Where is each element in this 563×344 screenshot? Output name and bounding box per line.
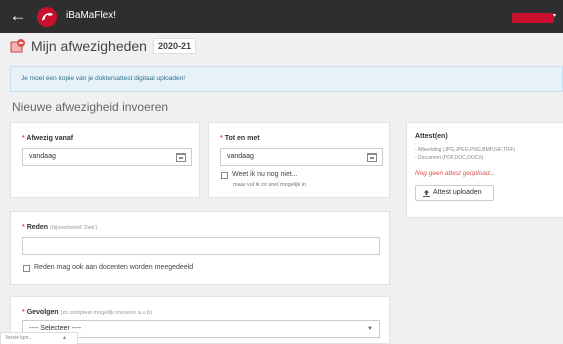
to-date-card: * Tot en met vandaag Weet ik nu nog niet… [208, 122, 390, 198]
app-name[interactable]: iBaMaFlex! [66, 10, 116, 21]
to-date-value: vandaag [227, 153, 254, 160]
back-button[interactable]: ← [8, 6, 28, 26]
attest-empty-status: Nog geen attest geüpload... [415, 170, 495, 177]
from-date-value: vandaag [29, 153, 56, 160]
top-bar: ← iBaMaFlex! ▾ [0, 0, 563, 33]
reason-label: * Reden (bijvoorbeeld 'Ziek') [22, 224, 98, 231]
share-reason-label[interactable]: Reden mag ook aan docenten worden meeged… [34, 264, 193, 271]
reason-card: * Reden (bijvoorbeeld 'Ziek') Reden mag … [10, 211, 390, 285]
upload-icon [423, 190, 430, 197]
absence-icon [10, 39, 25, 53]
section-title: Nieuwe afwezigheid invoeren [12, 100, 169, 114]
upload-attest-button[interactable]: Attest uploaden [415, 185, 494, 201]
year-badge[interactable]: 2020-21 [152, 38, 196, 54]
from-date-label: * Afwezig vanaf [22, 135, 74, 142]
to-date-label: * Tot en met [220, 135, 260, 142]
calendar-icon[interactable] [176, 153, 186, 162]
upload-attest-label: Attest uploaden [433, 189, 482, 196]
consequences-selected: ---- Selecteer ---- [29, 325, 82, 332]
footer-tab[interactable]: Versie kpn... ▴ [0, 332, 78, 344]
attest-type-image: - Afbeelding (JPG,JPEG,PNG,BMP,GIF,TIFF) [415, 147, 516, 153]
unknown-end-label[interactable]: Weet ik nu nog niet... [232, 171, 298, 178]
unknown-end-checkbox[interactable] [221, 172, 228, 179]
from-date-card: * Afwezig vanaf vandaag [10, 122, 200, 198]
chevron-down-icon[interactable]: ▾ [553, 12, 556, 19]
attest-type-document: - Document (PDF,DOC,DOCX) [415, 155, 484, 161]
attest-title: Attest(en) [415, 133, 448, 140]
reason-input[interactable] [22, 237, 380, 255]
page-title: Mijn afwezigheden [31, 38, 147, 54]
ibamaflex-logo-icon[interactable] [36, 6, 58, 28]
arrow-left-icon: ← [9, 6, 27, 25]
chevron-down-icon: ▼ [367, 326, 373, 332]
user-menu-button[interactable] [512, 13, 554, 23]
calendar-icon[interactable] [367, 153, 377, 162]
from-date-input[interactable]: vandaag [22, 148, 192, 166]
info-message: Je moet een kopie van je doktersattest d… [21, 75, 186, 82]
share-reason-checkbox[interactable] [23, 265, 30, 272]
chevron-up-icon: ▴ [63, 335, 67, 341]
consequences-label: * Gevolgen (zo compleet mogelijk invoere… [22, 309, 152, 316]
footer-tab-label: Versie kpn... [5, 335, 33, 341]
page-header: Mijn afwezigheden 2020-21 [10, 35, 196, 57]
to-date-input[interactable]: vandaag [220, 148, 383, 166]
attest-card: Attest(en) - Afbeelding (JPG,JPEG,PNG,BM… [406, 122, 563, 218]
info-alert: Je moet een kopie van je doktersattest d… [10, 66, 563, 92]
unknown-end-note: maar vul ik zo snel mogelijk in [233, 182, 307, 188]
